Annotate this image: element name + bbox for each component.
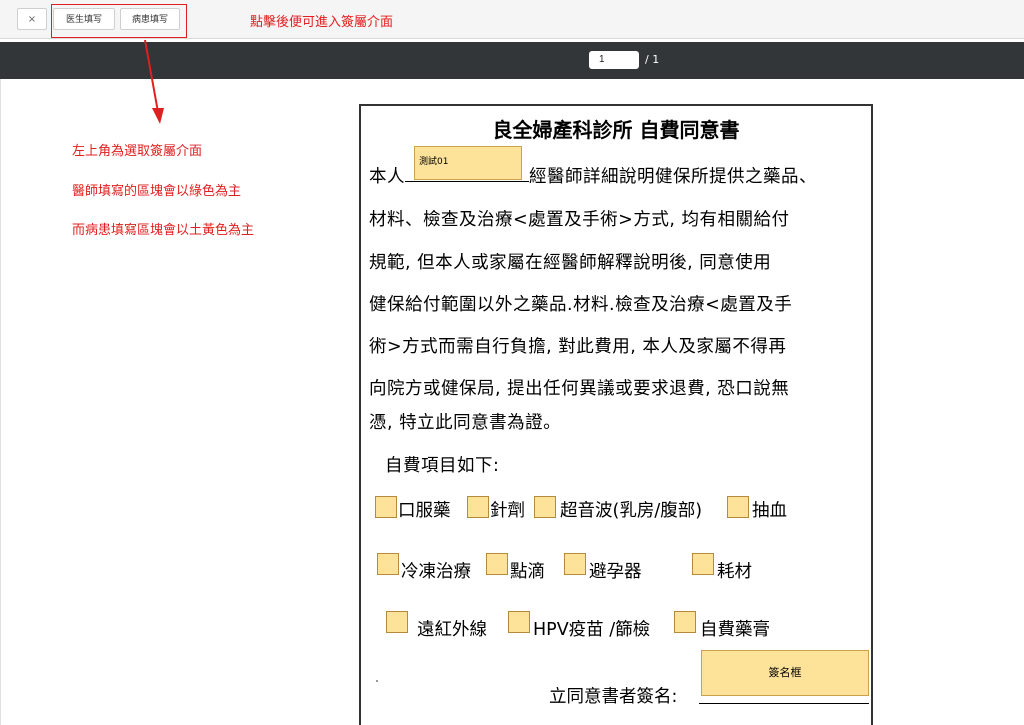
- items-heading: 自費項目如下:: [385, 456, 500, 476]
- checkbox-cryotherapy[interactable]: [377, 553, 399, 575]
- side-note-1: 左上角為選取簽屬介面: [72, 144, 203, 159]
- body-line-3: 規範, 但本人或家屬在經醫師解釋說明後, 同意使用: [369, 253, 772, 273]
- consent-form-page: 良全婦產科診所 自費同意書 本人 經醫師詳細說明健保所提供之藥品、 測試01 材料…: [359, 104, 873, 725]
- item-label-far-infrared: 遠紅外線: [417, 620, 487, 640]
- test-text-field[interactable]: 測試01: [414, 146, 522, 180]
- annotation-note-top: 點擊後便可進入簽屬介面: [250, 15, 394, 30]
- close-button[interactable]: ×: [17, 8, 47, 30]
- item-label-ultrasound: 超音波(乳房/腹部): [560, 501, 703, 521]
- checkbox-injection[interactable]: [467, 496, 489, 518]
- checkbox-contraceptive[interactable]: [564, 553, 586, 575]
- pdf-pager-bar: / 1: [0, 42, 1024, 79]
- signature-label: 立同意書者簽名:: [549, 687, 678, 707]
- body-line-5: 術>方式而需自行負擔, 對此費用, 本人及家屬不得再: [369, 337, 787, 357]
- annotation-highlight-box: [51, 4, 187, 38]
- item-label-consumables: 耗材: [717, 562, 752, 582]
- signature-box[interactable]: 簽名框: [701, 650, 869, 696]
- line1-prefix: 本人: [369, 167, 405, 187]
- item-label-iv-drip: 點滴: [510, 562, 545, 582]
- item-label-contraceptive: 避孕器: [589, 562, 642, 582]
- item-label-cryotherapy: 冷凍治療: [401, 562, 471, 582]
- item-label-blood-draw: 抽血: [752, 501, 787, 521]
- stray-dot: [376, 680, 378, 682]
- page-total: / 1: [645, 53, 660, 66]
- item-label-hpv-vaccine: HPV疫苗 /篩檢: [533, 620, 651, 640]
- side-note-3: 而病患填寫區塊會以土黃色為主: [72, 223, 255, 238]
- body-line-7: 憑, 特立此同意書為證。: [369, 413, 562, 433]
- checkbox-blood-draw[interactable]: [727, 496, 749, 518]
- page-number-input[interactable]: [589, 51, 639, 69]
- checkbox-oral-medicine[interactable]: [375, 496, 397, 518]
- checkbox-hpv-vaccine[interactable]: [508, 611, 530, 633]
- document-title: 良全婦產科診所 自費同意書: [492, 118, 740, 142]
- item-label-oral-medicine: 口服藥: [398, 501, 451, 521]
- body-line-2: 材料、檢查及治療<處置及手術>方式, 均有相關給付: [369, 210, 790, 230]
- checkbox-iv-drip[interactable]: [486, 553, 508, 575]
- signature-line: [699, 703, 869, 704]
- side-note-2: 醫師填寫的區塊會以綠色為主: [72, 184, 242, 199]
- top-toolbar: × 医生填写 病患填写 點擊後便可進入簽屬介面: [0, 0, 1024, 39]
- checkbox-far-infrared[interactable]: [386, 611, 408, 633]
- item-label-injection: 針劑: [490, 501, 525, 521]
- body-line-6: 向院方或健保局, 提出任何異議或要求退費, 恐口說無: [369, 379, 790, 399]
- checkbox-self-pay-ointment[interactable]: [674, 611, 696, 633]
- checkbox-ultrasound[interactable]: [534, 496, 556, 518]
- line1-suffix: 經醫師詳細說明健保所提供之藥品、: [529, 167, 817, 187]
- item-label-self-pay-ointment: 自費藥膏: [700, 620, 770, 640]
- body-line-4: 健保給付範圍以外之藥品.材料.檢查及治療<處置及手: [369, 295, 793, 315]
- checkbox-consumables[interactable]: [692, 553, 714, 575]
